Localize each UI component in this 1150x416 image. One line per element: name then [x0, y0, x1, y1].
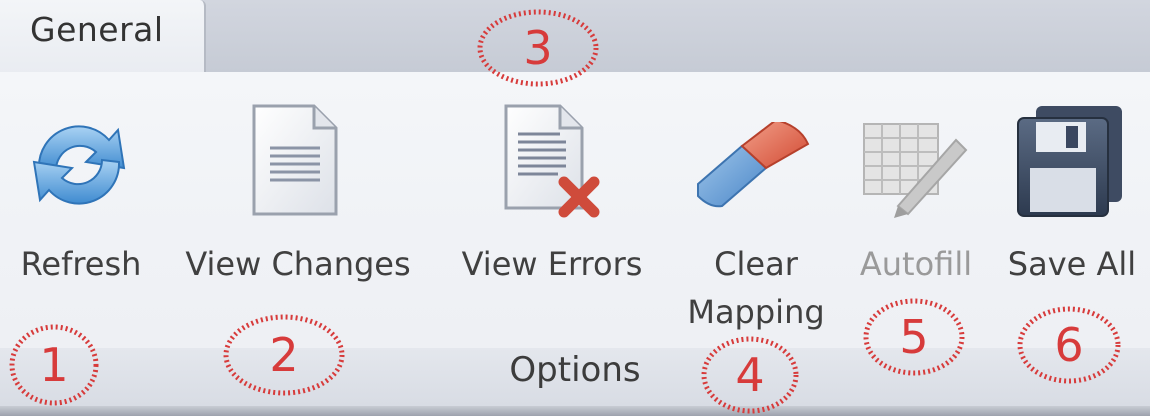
- save-all-icon: [1017, 106, 1122, 217]
- autofill-label: Autofill: [859, 245, 973, 283]
- annotation-1: 1: [8, 322, 100, 408]
- view-errors-button[interactable]: View Errors: [442, 100, 662, 340]
- document-icon: [252, 104, 338, 216]
- clear-mapping-label-line2: Mapping: [687, 293, 825, 331]
- save-all-label: Save All: [1007, 245, 1137, 283]
- annotation-5-number: 5: [899, 310, 929, 364]
- annotation-3: 3: [476, 6, 600, 90]
- view-changes-button[interactable]: View Changes: [172, 100, 424, 340]
- clear-mapping-label: Clear Mapping: [676, 240, 836, 336]
- annotation-6-number: 6: [1054, 318, 1084, 372]
- annotation-4: 4: [700, 334, 800, 416]
- view-errors-label: View Errors: [461, 245, 643, 283]
- annotation-1-number: 1: [39, 338, 69, 392]
- tab-general-label: General: [30, 10, 164, 49]
- eraser-icon: [697, 122, 810, 208]
- annotation-6: 6: [1016, 304, 1122, 386]
- clear-mapping-button[interactable]: Clear Mapping: [676, 100, 836, 340]
- annotation-2-number: 2: [269, 328, 299, 382]
- clear-mapping-label-line1: Clear: [714, 245, 798, 283]
- ribbon-bottom-border: [0, 406, 1150, 416]
- annotation-3-number: 3: [523, 21, 553, 75]
- tab-general[interactable]: General: [0, 0, 206, 74]
- document-error-icon: [504, 104, 600, 218]
- autofill-grid-icon: [863, 123, 968, 218]
- refresh-label: Refresh: [20, 245, 142, 283]
- view-changes-label: View Changes: [185, 245, 411, 283]
- annotation-4-number: 4: [735, 348, 765, 402]
- annotation-5: 5: [862, 296, 966, 378]
- group-label-options: Options: [509, 350, 641, 390]
- annotation-2: 2: [222, 312, 346, 398]
- refresh-button[interactable]: Refresh: [6, 100, 156, 340]
- refresh-icon: [32, 125, 126, 205]
